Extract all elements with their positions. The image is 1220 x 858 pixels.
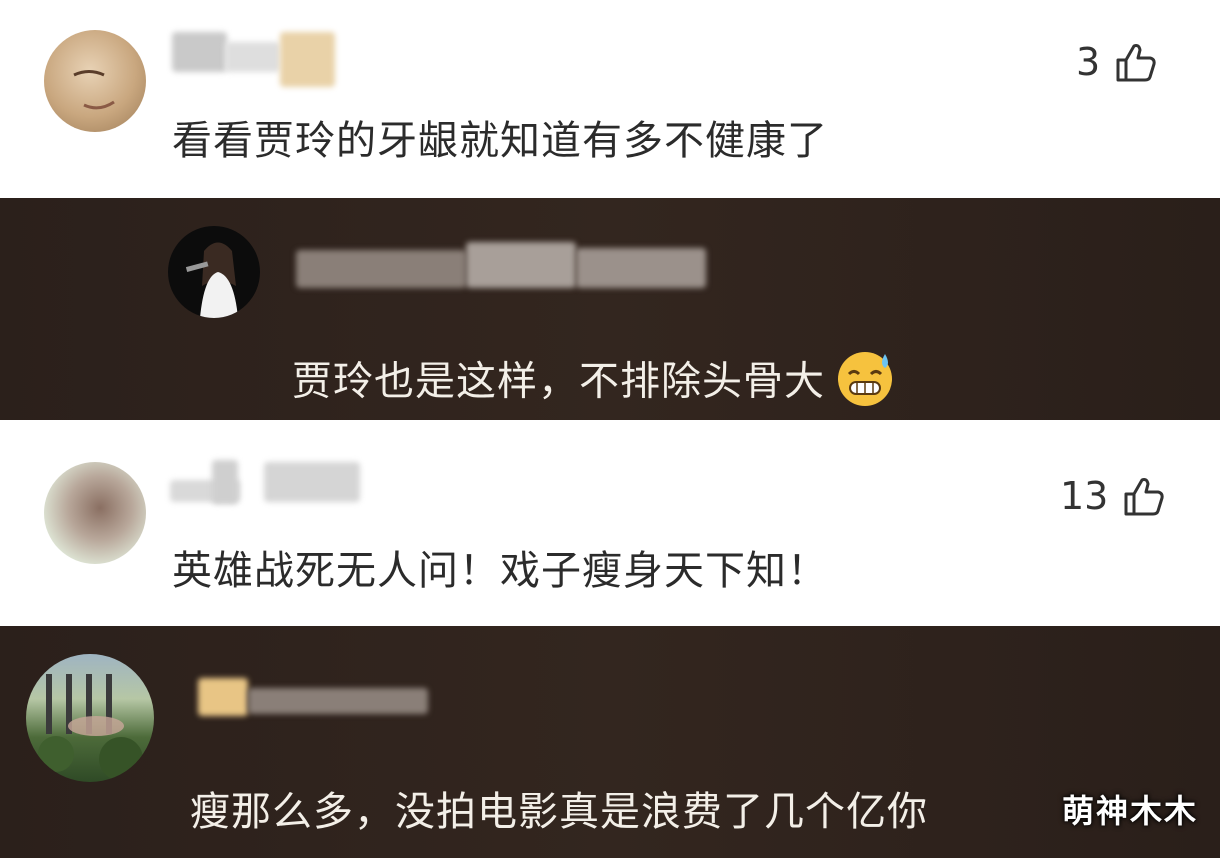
comment-item: 瘦那么多，没拍电影真是浪费了几个亿你 萌神木木 [0,626,1220,858]
comment-text-content: 贾玲也是这样，不排除头骨大 [292,358,825,405]
comment-text: 英雄战死无人问！戏子瘦身天下知！ [172,548,828,594]
grinning-sweat-emoji [835,348,895,419]
avatar[interactable] [44,462,146,564]
avatar[interactable] [44,30,146,132]
like-button[interactable]: 13 [1060,472,1168,520]
comment-item: 贾玲也是这样，不排除头骨大 [0,198,1220,420]
thumbs-up-icon [1124,478,1165,516]
watermark: 萌神木木 [1061,792,1198,830]
avatar-garden-icon [38,674,143,781]
comment-text: 看看贾玲的牙龈就知道有多不健康了 [172,118,828,164]
comment-item: 3 看看贾玲的牙龈就知道有多不健康了 [0,0,1220,198]
like-button[interactable]: 3 [1076,38,1160,86]
comment-text: 贾玲也是这样，不排除头骨大 [292,348,895,419]
thumbs-up-icon [1116,44,1156,82]
comment-text: 瘦那么多，没拍电影真是浪费了几个亿你 [190,789,928,835]
avatar-face-icon [73,70,115,110]
like-count: 13 [1060,474,1109,518]
avatar[interactable] [26,654,154,782]
like-count: 3 [1076,40,1101,84]
avatar[interactable] [168,226,260,318]
avatar-person-icon [185,242,238,318]
comment-item: 13 英雄战死无人问！戏子瘦身天下知！ [0,420,1220,626]
